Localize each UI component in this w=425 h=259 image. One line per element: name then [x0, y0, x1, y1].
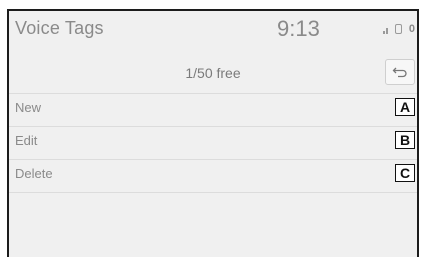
- voice-tag-summary-row: 1/50 free: [9, 59, 417, 89]
- status-icons: 0: [382, 21, 415, 37]
- menu-item-label: New: [15, 100, 42, 115]
- back-button[interactable]: [385, 59, 415, 85]
- menu-item-new[interactable]: New A: [9, 93, 417, 123]
- screen-title: Voice Tags: [15, 18, 104, 38]
- callout-label: C: [395, 164, 415, 182]
- back-arrow-icon: [392, 67, 407, 78]
- free-count: 1/50 free: [185, 65, 241, 81]
- menu-item-label: Edit: [15, 133, 38, 148]
- callout-label: B: [395, 131, 415, 149]
- list-divider: [9, 192, 417, 193]
- menu-item-delete[interactable]: Delete C: [9, 159, 417, 189]
- notification-count: 0: [408, 23, 415, 35]
- callout-label: A: [395, 98, 415, 116]
- status-bar: Voice Tags 9:13 0: [9, 11, 417, 49]
- menu-item-edit[interactable]: Edit B: [9, 126, 417, 156]
- signal-strength-icon: [382, 24, 388, 34]
- menu-item-label: Delete: [15, 166, 53, 181]
- display-screen: Voice Tags 9:13 0 1/50 free New A Edit B…: [7, 9, 419, 257]
- clock: 9:13: [277, 16, 320, 41]
- phone-icon: [394, 24, 402, 34]
